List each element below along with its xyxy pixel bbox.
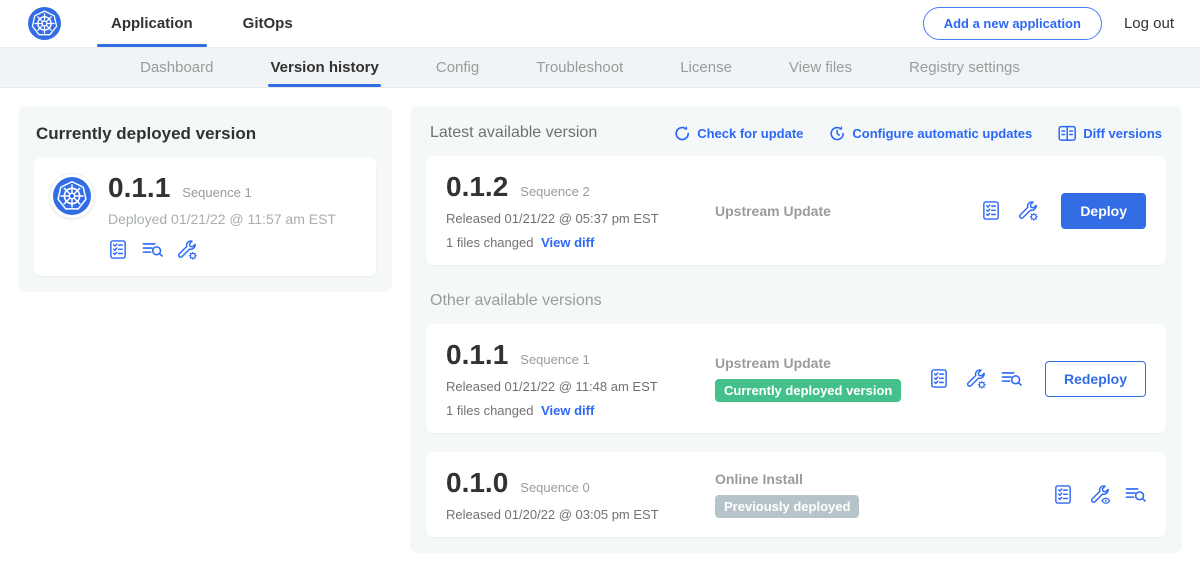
deployed-panel-title: Currently deployed version	[36, 124, 374, 144]
diff-icon	[1058, 125, 1076, 142]
top-nav: Application GitOps Add a new application…	[0, 0, 1200, 47]
schedule-clock-icon	[829, 125, 845, 141]
tab-application[interactable]: Application	[93, 0, 211, 47]
files-changed-label: 1 files changed	[446, 403, 533, 418]
subtab-troubleshoot[interactable]: Troubleshoot	[536, 48, 623, 87]
sequence-label: Sequence 0	[520, 480, 589, 495]
card-gap	[426, 433, 1166, 452]
deploy-button[interactable]: Deploy	[1061, 193, 1146, 229]
version-number: 0.1.1	[446, 339, 508, 371]
subtab-registry-settings[interactable]: Registry settings	[909, 48, 1020, 87]
version-source-label: Online Install	[715, 471, 1053, 487]
version-number: 0.1.2	[446, 171, 508, 203]
deployed-sequence-label: Sequence 1	[182, 185, 251, 200]
subtab-license[interactable]: License	[680, 48, 732, 87]
deployed-version-number: 0.1.1	[108, 172, 170, 204]
preflight-checklist-icon[interactable]	[981, 200, 1002, 221]
deploy-logs-icon[interactable]	[1001, 368, 1022, 389]
refresh-icon	[674, 125, 690, 141]
currently-deployed-panel: Currently deployed version 0.1.1 Sequenc…	[18, 106, 392, 292]
version-source-label: Upstream Update	[715, 355, 929, 371]
config-wrench-gear-icon[interactable]	[176, 239, 197, 260]
tab-gitops-label: GitOps	[243, 15, 293, 32]
subtab-config[interactable]: Config	[436, 48, 479, 87]
preflight-checklist-icon[interactable]	[1053, 484, 1074, 505]
redeploy-button[interactable]: Redeploy	[1045, 361, 1146, 397]
preflight-checklist-icon[interactable]	[108, 239, 129, 260]
sequence-label: Sequence 1	[520, 352, 589, 367]
files-changed-label: 1 files changed	[446, 235, 533, 250]
subtab-view-files[interactable]: View files	[789, 48, 852, 87]
version-card-0-1-0: 0.1.0 Sequence 0 Released 01/20/22 @ 03:…	[426, 452, 1166, 537]
config-wrench-gear-icon[interactable]	[965, 368, 986, 389]
version-source-label: Upstream Update	[715, 203, 981, 219]
version-card-0-1-2: 0.1.2 Sequence 2 Released 01/21/22 @ 05:…	[426, 156, 1166, 265]
tab-gitops[interactable]: GitOps	[225, 0, 311, 47]
deployed-version-card: 0.1.1 Sequence 1 Deployed 01/21/22 @ 11:…	[34, 158, 376, 276]
kubernetes-logo-icon[interactable]	[28, 7, 61, 40]
app-sub-nav: Dashboard Version history Config Trouble…	[0, 47, 1200, 88]
diff-versions-link[interactable]: Diff versions	[1058, 125, 1162, 142]
check-for-update-link[interactable]: Check for update	[674, 125, 803, 142]
add-application-button[interactable]: Add a new application	[923, 7, 1102, 40]
currently-deployed-badge: Currently deployed version	[715, 379, 901, 402]
subtab-dashboard[interactable]: Dashboard	[140, 48, 213, 87]
other-available-versions-title: Other available versions	[430, 292, 1162, 310]
view-diff-link[interactable]: View diff	[541, 235, 594, 250]
preflight-checklist-icon[interactable]	[929, 368, 950, 389]
sequence-label: Sequence 2	[520, 184, 589, 199]
version-number: 0.1.0	[446, 467, 508, 499]
deployed-timestamp: Deployed 01/21/22 @ 11:57 am EST	[108, 211, 336, 227]
deploy-logs-icon[interactable]	[1125, 484, 1146, 505]
app-tabs: Application GitOps	[93, 0, 311, 47]
released-timestamp: Released 01/21/22 @ 11:48 am EST	[446, 379, 684, 394]
available-versions-panel: Latest available version Check for updat…	[410, 106, 1182, 553]
view-config-wrench-eye-icon[interactable]	[1089, 484, 1110, 505]
view-diff-link[interactable]: View diff	[541, 403, 594, 418]
tab-application-label: Application	[111, 15, 193, 32]
released-timestamp: Released 01/20/22 @ 03:05 pm EST	[446, 507, 684, 522]
released-timestamp: Released 01/21/22 @ 05:37 pm EST	[446, 211, 684, 226]
subtab-version-history[interactable]: Version history	[270, 48, 378, 87]
configure-automatic-updates-link[interactable]: Configure automatic updates	[829, 125, 1032, 142]
version-card-0-1-1: 0.1.1 Sequence 1 Released 01/21/22 @ 11:…	[426, 324, 1166, 433]
config-wrench-gear-icon[interactable]	[1017, 200, 1038, 221]
logout-button[interactable]: Log out	[1124, 15, 1174, 32]
version-history-page: Currently deployed version 0.1.1 Sequenc…	[0, 88, 1200, 564]
app-icon kubernetes-logo-icon	[50, 174, 94, 218]
previously-deployed-badge: Previously deployed	[715, 495, 859, 518]
deploy-logs-icon[interactable]	[142, 239, 163, 260]
latest-available-title: Latest available version	[430, 124, 597, 142]
